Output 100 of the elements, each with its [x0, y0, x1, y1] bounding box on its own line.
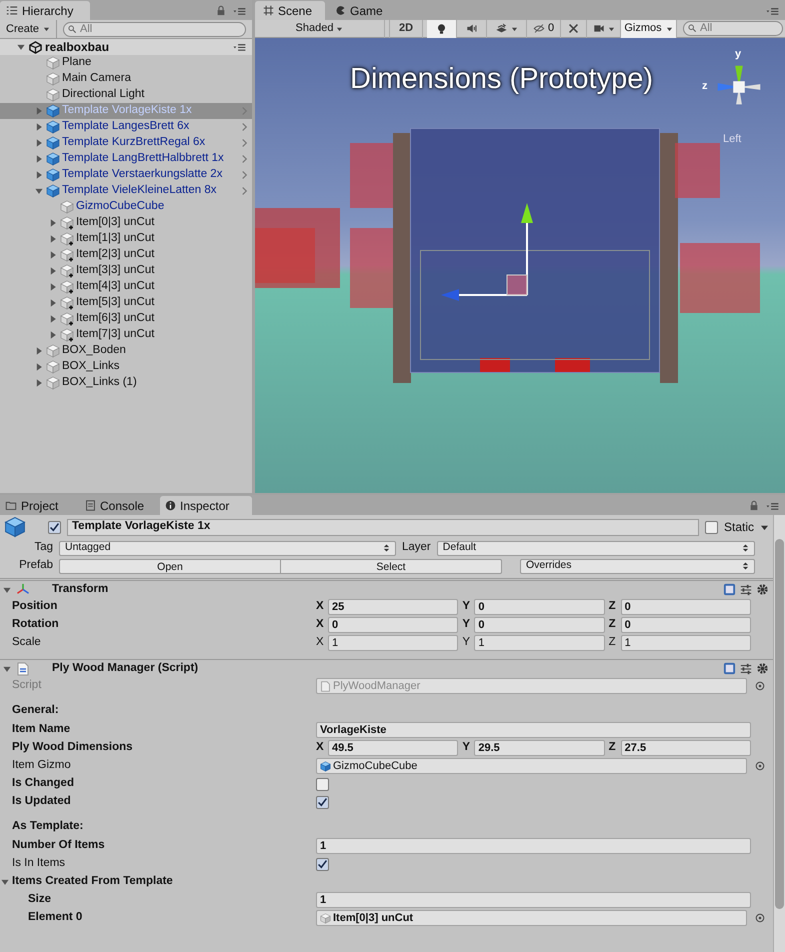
- preset-sliders-icon[interactable]: [740, 662, 752, 674]
- hierarchy-item[interactable]: BOX_Boden: [0, 343, 252, 359]
- text-field[interactable]: 1: [316, 838, 751, 854]
- number-field[interactable]: 1: [474, 635, 605, 651]
- gizmos-dropdown[interactable]: Gizmos: [621, 20, 677, 38]
- number-field[interactable]: 0: [474, 617, 605, 633]
- prefab-primary-button[interactable]: Open: [59, 558, 280, 574]
- expand-arrow-icon[interactable]: [48, 282, 58, 292]
- hierarchy-item[interactable]: BOX_Links (1): [0, 375, 252, 391]
- foldout-label[interactable]: Items Created From Template: [12, 873, 173, 891]
- hierarchy-item[interactable]: Template KurzBrettRegal 6x: [0, 135, 252, 151]
- scrollbar[interactable]: [773, 515, 785, 952]
- expand-arrow-icon[interactable]: [34, 186, 44, 196]
- expand-arrow-icon[interactable]: [34, 362, 44, 372]
- hierarchy-item[interactable]: Item[2|3] unCut: [0, 247, 252, 263]
- search-field[interactable]: All: [63, 22, 246, 36]
- hierarchy-item[interactable]: Item[1|3] unCut: [0, 231, 252, 247]
- foldout-arrow-icon[interactable]: [0, 877, 10, 887]
- scene-view-tab[interactable]: Scene: [255, 1, 325, 20]
- menu-icon[interactable]: [765, 6, 779, 16]
- object-name-field[interactable]: Template VorlageKiste 1x: [67, 518, 699, 536]
- hierarchy-item[interactable]: Template LangesBrett 6x: [0, 119, 252, 135]
- number-field[interactable]: 25: [328, 599, 458, 615]
- expand-arrow-icon[interactable]: [34, 154, 44, 164]
- object-picker-icon[interactable]: [755, 681, 765, 691]
- move-gizmo-drawing[interactable]: [441, 203, 534, 302]
- number-field[interactable]: 0: [620, 617, 751, 633]
- active-checkbox[interactable]: [48, 520, 61, 534]
- object-picker-icon[interactable]: [755, 913, 765, 923]
- hierarchy-item[interactable]: GizmoCubeCube: [0, 199, 252, 215]
- field-label: Position: [11, 599, 58, 614]
- overrides-dropdown[interactable]: Overrides: [520, 558, 755, 574]
- number-field[interactable]: 0: [620, 599, 751, 615]
- hierarchy-item[interactable]: Template Verstaerkungslatte 2x: [0, 167, 252, 183]
- expand-arrow-icon[interactable]: [34, 378, 44, 388]
- static-label: Static: [724, 519, 754, 536]
- expand-arrow-icon[interactable]: [48, 330, 58, 340]
- hierarchy-item[interactable]: Template VieleKleineLatten 8x: [0, 183, 252, 199]
- expand-arrow-icon[interactable]: [48, 234, 58, 244]
- expand-arrow-icon[interactable]: [34, 106, 44, 116]
- number-field[interactable]: 29.5: [474, 740, 605, 756]
- object-picker-icon[interactable]: [755, 761, 765, 771]
- number-field[interactable]: 0: [328, 617, 458, 633]
- menu-icon[interactable]: [232, 6, 246, 16]
- lock-icon[interactable]: [749, 500, 759, 511]
- number-field[interactable]: 0: [474, 599, 605, 615]
- hierarchy-item[interactable]: Main Camera: [0, 71, 252, 87]
- expand-arrow-icon[interactable]: [34, 138, 44, 148]
- expand-arrow-icon[interactable]: [48, 266, 58, 276]
- checkbox[interactable]: [316, 778, 329, 790]
- hierarchy-item[interactable]: Directional Light: [0, 87, 252, 103]
- static-checkbox[interactable]: [704, 520, 718, 534]
- expand-arrow-icon[interactable]: [16, 42, 26, 52]
- component-title[interactable]: Transform: [52, 580, 719, 598]
- checkbox[interactable]: [316, 858, 329, 870]
- menu-icon[interactable]: [232, 42, 246, 52]
- help-book-icon[interactable]: [723, 662, 736, 675]
- settings-icon[interactable]: [756, 583, 769, 596]
- preset-sliders-icon[interactable]: [740, 584, 752, 596]
- expand-arrow-icon[interactable]: [48, 314, 58, 324]
- component-title[interactable]: Ply Wood Manager (Script): [52, 660, 719, 678]
- prefab-secondary-button[interactable]: Select: [280, 558, 502, 574]
- expand-arrow-icon[interactable]: [48, 218, 58, 228]
- number-field[interactable]: 1: [620, 635, 751, 651]
- expand-arrow-icon[interactable]: [48, 298, 58, 308]
- number-field[interactable]: 49.5: [328, 740, 458, 756]
- caret-icon[interactable]: [760, 524, 769, 530]
- hierarchy-item[interactable]: Plane: [0, 55, 252, 71]
- number-field[interactable]: 1: [328, 635, 458, 651]
- number-field[interactable]: 27.5: [620, 740, 751, 756]
- hierarchy-item[interactable]: Item[5|3] unCut: [0, 295, 252, 311]
- hierarchy-item[interactable]: Template LangBrettHalbbrett 1x: [0, 151, 252, 167]
- object-field[interactable]: GizmoCubeCube: [316, 758, 747, 774]
- object-field[interactable]: Item[0|3] unCut: [316, 910, 747, 926]
- create-button[interactable]: Create: [0, 20, 58, 38]
- menu-icon[interactable]: [765, 500, 779, 510]
- expand-arrow-icon[interactable]: [48, 250, 58, 260]
- hierarchy-item[interactable]: Item[3|3] unCut: [0, 263, 252, 279]
- settings-icon[interactable]: [756, 662, 769, 675]
- expand-arrow-icon[interactable]: [34, 346, 44, 356]
- lock-icon[interactable]: [216, 5, 226, 16]
- help-book-icon[interactable]: [723, 583, 736, 596]
- text-field[interactable]: VorlageKiste: [316, 722, 751, 738]
- unity-scene-icon: [29, 40, 42, 54]
- hierarchy-item[interactable]: Item[0|3] unCut: [0, 215, 252, 231]
- expand-arrow-icon[interactable]: [34, 122, 44, 132]
- lighting-toggle[interactable]: [427, 20, 457, 38]
- inspector-panel-tab[interactable]: Inspector: [160, 496, 252, 515]
- hierarchy-item[interactable]: Item[4|3] unCut: [0, 279, 252, 295]
- hierarchy-item[interactable]: Item[6|3] unCut: [0, 311, 252, 327]
- hierarchy-tab[interactable]: Hierarchy: [0, 1, 90, 20]
- search-field[interactable]: All: [683, 21, 783, 36]
- checkbox[interactable]: [316, 796, 329, 808]
- hierarchy-item[interactable]: BOX_Links: [0, 359, 252, 375]
- tag-dropdown[interactable]: Untagged: [59, 540, 396, 556]
- prefab-cube-icon: [46, 184, 60, 198]
- layer-dropdown[interactable]: Default: [436, 540, 755, 556]
- expand-arrow-icon[interactable]: [34, 170, 44, 180]
- hierarchy-item[interactable]: Item[7|3] unCut: [0, 327, 252, 343]
- text-field[interactable]: 1: [316, 892, 751, 908]
